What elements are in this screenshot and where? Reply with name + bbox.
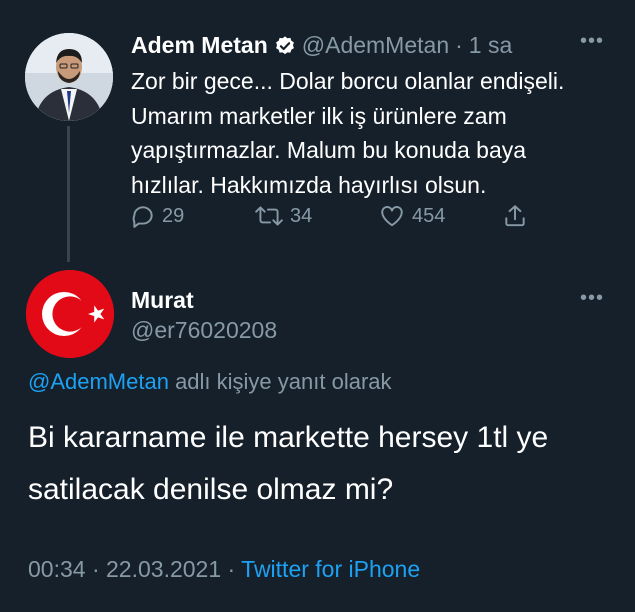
retweet-icon	[255, 206, 283, 226]
person-avatar-icon	[25, 33, 113, 121]
author-handle[interactable]: @AdemMetan	[302, 32, 449, 59]
reply-context: @AdemMetan adlı kişiye yanıt olarak	[28, 369, 392, 395]
verified-badge-icon	[274, 35, 296, 57]
reply-button[interactable]: 29	[130, 203, 184, 229]
tweet-time: 00:34	[28, 556, 86, 582]
meta-separator: ·	[85, 556, 107, 582]
reply-more-options-icon[interactable]: •••	[580, 287, 604, 310]
reply-to-suffix: adlı kişiye yanıt olarak	[168, 369, 392, 394]
turkish-flag-avatar[interactable]	[26, 270, 114, 358]
share-icon	[505, 205, 525, 227]
reply-tweet-text: Bi kararname ile markette hersey 1tl ye …	[28, 421, 549, 506]
more-options-icon[interactable]: •••	[580, 30, 604, 53]
like-count: 454	[412, 204, 446, 227]
turkish-flag-icon	[26, 270, 114, 358]
retweet-button[interactable]: 34	[254, 203, 312, 229]
reply-icon	[132, 206, 153, 228]
tweet-time[interactable]: 1 sa	[469, 32, 512, 59]
reply-author-handle[interactable]: @er76020208	[131, 317, 277, 344]
reply-count: 29	[162, 204, 185, 227]
meta-separator-2: ·	[221, 556, 242, 582]
thread-connector-line	[67, 126, 70, 262]
tweet-meta: 00:34 · 22.03.2021 · Twitter for iPhone	[28, 556, 420, 583]
reply-author-name[interactable]: Murat	[131, 287, 194, 314]
tweet-text: Zor bir gece... Dolar borcu olanlar endi…	[131, 68, 565, 198]
retweet-count: 34	[290, 204, 313, 227]
tweet-date: 22.03.2021	[106, 556, 222, 582]
like-icon	[381, 206, 403, 227]
like-button[interactable]: 454	[378, 203, 445, 229]
author-avatar[interactable]	[25, 33, 113, 121]
tweet-header: Adem Metan @AdemMetan · 1 sa	[131, 32, 512, 59]
share-button[interactable]	[502, 203, 534, 229]
author-name[interactable]: Adem Metan	[131, 32, 268, 59]
client-link[interactable]: Twitter for iPhone	[241, 556, 420, 582]
separator-dot: ·	[455, 32, 463, 58]
reply-to-handle-link[interactable]: @AdemMetan	[28, 369, 169, 394]
